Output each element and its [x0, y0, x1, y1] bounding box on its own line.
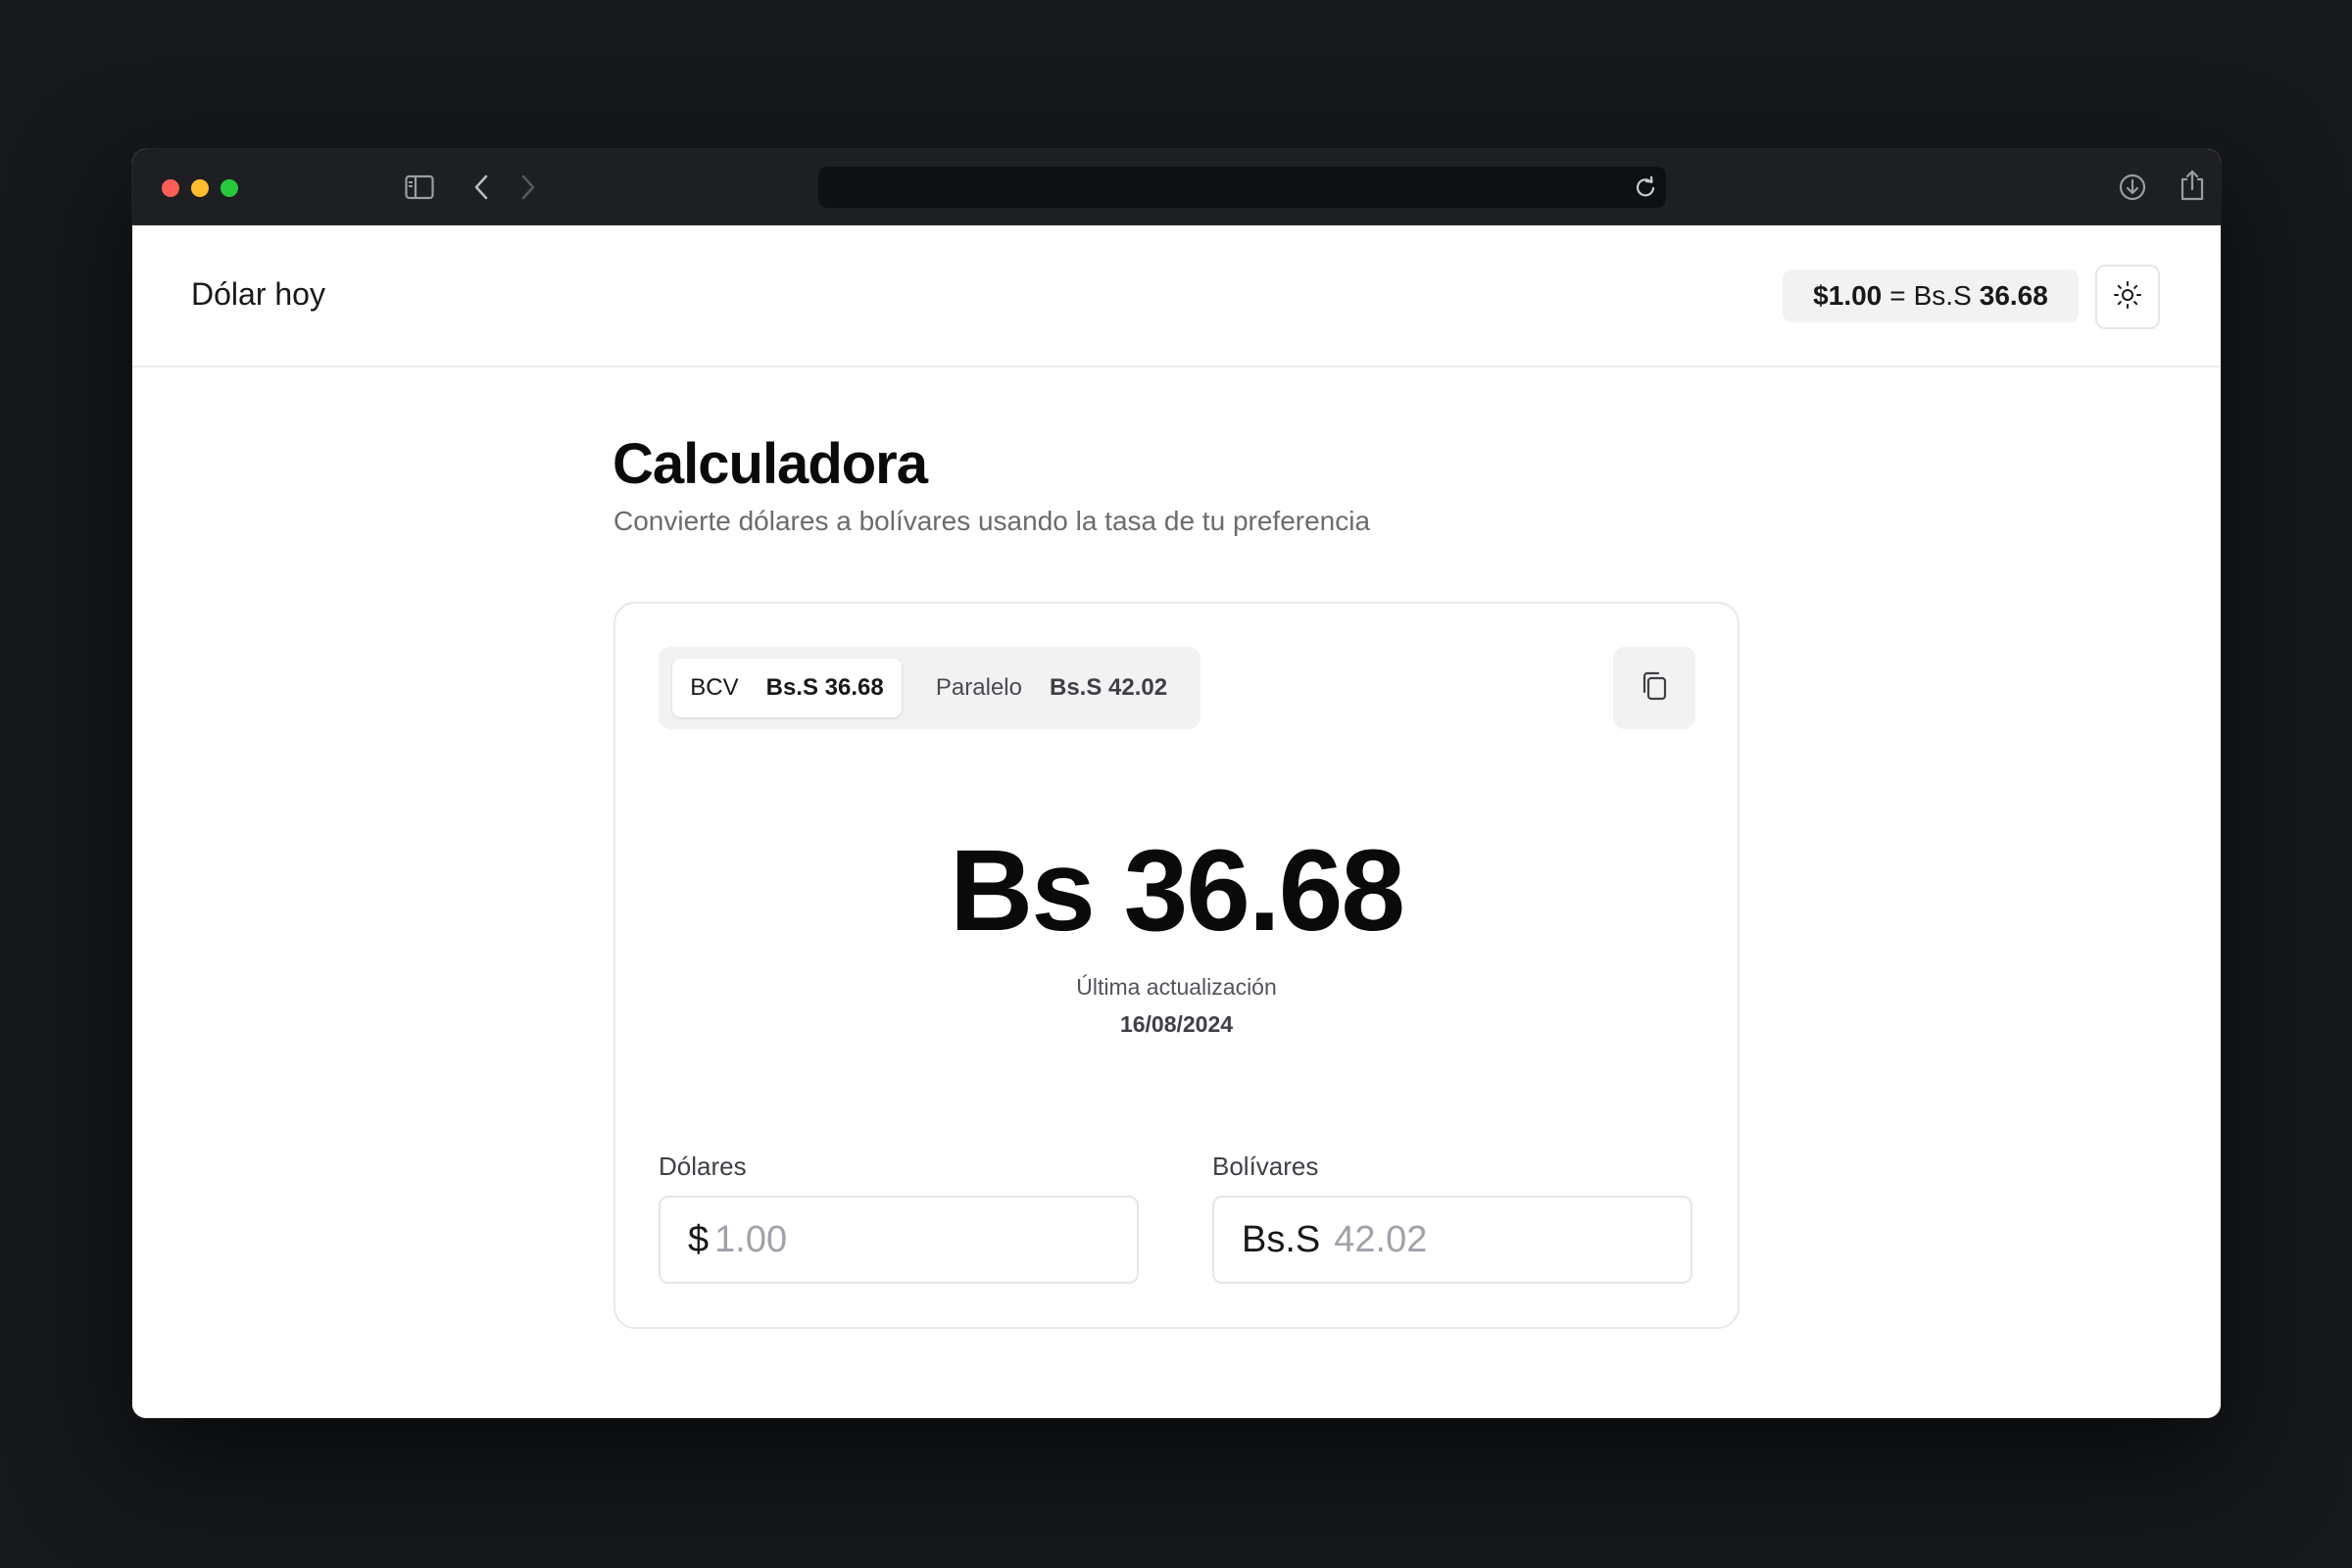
theme-toggle-button[interactable] — [2095, 265, 2160, 329]
tab-bcv[interactable]: BCV Bs.S 36.68 — [672, 659, 902, 717]
browser-window: Dólar hoy $1.00 = Bs.S 36.68 Calculadora… — [132, 149, 2221, 1418]
calculator-card: BCV Bs.S 36.68 Paralelo Bs.S 42.02 Bs 36… — [613, 602, 1740, 1329]
sidebar-toggle-icon[interactable] — [405, 174, 434, 200]
dollars-value: 1.00 — [714, 1218, 788, 1260]
dollars-prefix: $ — [688, 1218, 710, 1260]
back-arrow-icon[interactable] — [473, 174, 489, 200]
copy-button[interactable] — [1613, 647, 1695, 729]
app-header: Dólar hoy $1.00 = Bs.S 36.68 — [132, 225, 2221, 368]
last-update-date: 16/08/2024 — [1119, 1011, 1234, 1037]
sun-icon — [2113, 280, 2142, 315]
header-rate-badge: $1.00 = Bs.S 36.68 — [1783, 270, 2079, 322]
tab-bcv-rate: Bs.S 36.68 — [765, 674, 884, 701]
header-rate-value: 36.68 — [1979, 280, 2048, 311]
maximize-window-button[interactable] — [220, 179, 238, 197]
minimize-window-button[interactable] — [191, 179, 209, 197]
copy-icon — [1640, 670, 1669, 707]
tab-paralelo[interactable]: Paralelo Bs.S 42.02 — [915, 659, 1188, 717]
tab-paralelo-label: Paralelo — [935, 674, 1022, 701]
brand-title[interactable]: Dólar hoy — [191, 276, 325, 313]
bolivares-prefix: Bs.S — [1242, 1218, 1321, 1260]
browser-toolbar — [132, 149, 2221, 225]
header-rate-usd: $1.00 — [1813, 280, 1883, 311]
bolivares-input[interactable]: Bs.S 42.02 — [1212, 1196, 1692, 1284]
page-title: Calculadora — [612, 432, 928, 496]
tab-bcv-label: BCV — [690, 674, 739, 701]
last-update-label: Última actualización — [1076, 974, 1277, 1000]
reload-icon[interactable] — [1635, 175, 1656, 203]
share-icon[interactable] — [2179, 169, 2206, 202]
page-content: Dólar hoy $1.00 = Bs.S 36.68 Calculadora… — [132, 225, 2221, 1418]
page-subtitle: Convierte dólares a bolívares usando la … — [613, 506, 1371, 536]
header-rate-equals: = — [1889, 280, 1906, 311]
header-rate-currency: Bs.S — [1913, 280, 1972, 311]
dollars-label: Dólares — [659, 1152, 747, 1181]
bolivares-value: 42.02 — [1334, 1218, 1428, 1260]
dollars-input[interactable]: $ 1.00 — [659, 1196, 1139, 1284]
tab-paralelo-rate: Bs.S 42.02 — [1049, 674, 1168, 701]
converted-amount: Bs 36.68 — [950, 826, 1405, 956]
close-window-button[interactable] — [162, 179, 179, 197]
bolivares-label: Bolívares — [1212, 1152, 1319, 1181]
forward-arrow-icon[interactable] — [520, 174, 536, 200]
url-bar[interactable] — [818, 167, 1666, 208]
download-icon[interactable] — [2118, 172, 2147, 202]
rate-tabs: BCV Bs.S 36.68 Paralelo Bs.S 42.02 — [659, 647, 1200, 729]
